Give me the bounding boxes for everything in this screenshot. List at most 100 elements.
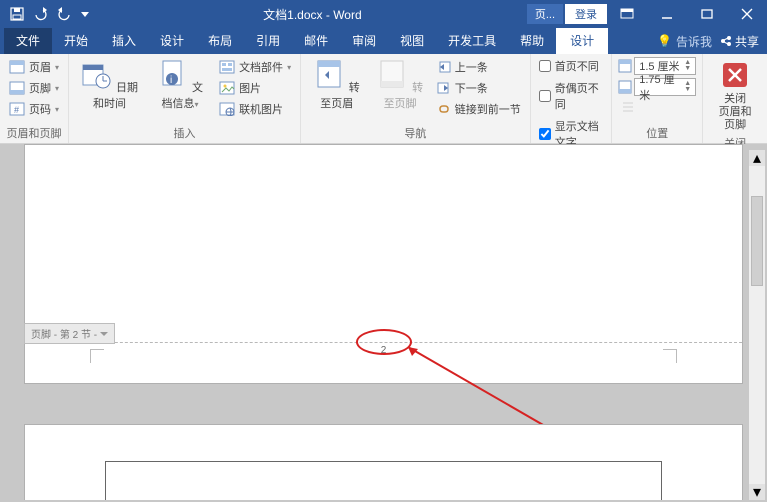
scroll-thumb[interactable] [751,196,763,286]
online-pictures-icon [219,102,235,116]
link-previous-icon [437,103,451,115]
undo-button[interactable] [30,3,52,25]
pictures-button[interactable]: 图片 [216,78,294,98]
tab-home[interactable]: 开始 [52,28,100,54]
different-odd-even-checkbox[interactable]: 奇偶页不同 [537,79,605,113]
group-header-footer: 页眉▾ 页脚▾ #页码▾ 页眉和页脚 [0,54,69,143]
footer-section-tag[interactable]: 页脚 - 第 2 节 - [24,323,115,344]
tab-review[interactable]: 审阅 [340,28,388,54]
scroll-track[interactable] [749,166,765,484]
goto-header-icon [314,59,346,91]
header-label: 页眉 [29,59,51,75]
close-hf-icon [719,59,751,91]
close-hf-label: 关闭 页眉和页脚 [719,93,752,131]
group-label-insert: 插入 [75,125,294,142]
contextual-tab-label: 页... [527,4,563,24]
date-time-icon [81,59,113,91]
share-icon [720,35,732,47]
svg-text:#: # [14,105,19,115]
share-button[interactable]: 共享 [720,33,759,50]
annotation-ellipse [356,329,412,355]
footer-icon [9,81,25,95]
login-button[interactable]: 登录 [565,4,607,24]
tab-layout[interactable]: 布局 [196,28,244,54]
tab-file[interactable]: 文件 [4,28,52,54]
next-icon [437,82,451,94]
tab-mailings[interactable]: 邮件 [292,28,340,54]
scroll-up-button[interactable]: ▴ [749,150,765,166]
close-button[interactable] [727,0,767,28]
redo-button[interactable] [54,3,76,25]
page-2[interactable] [24,424,743,500]
goto-footer-button: 转至页脚 [370,57,429,113]
footer-from-bottom-input[interactable]: 1.75 厘米▲▼ [618,78,696,96]
next-section-button[interactable]: 下一条 [434,78,524,98]
tell-me-button[interactable]: 💡 告诉我 [657,33,712,50]
group-insert: 日期和时间 i 文档信息▾ 文档部件▾ 图片 联机图片 插入 [69,54,301,143]
ribbon-display-options-button[interactable] [607,0,647,28]
alignment-tab-icon [621,101,635,113]
qat-customize-button[interactable] [78,3,92,25]
footer-button[interactable]: 页脚▾ [6,78,62,98]
save-button[interactable] [6,3,28,25]
quick-access-toolbar [0,3,98,25]
doc-info-button[interactable]: i 文档信息▾ [148,57,212,113]
document-area: 页脚 - 第 2 节 - 2 [0,144,767,500]
quick-parts-icon [219,60,235,74]
ribbon: 页眉▾ 页脚▾ #页码▾ 页眉和页脚 日期和时间 i 文档信息▾ 文档部件▾ 图… [0,54,767,144]
group-label-hf: 页眉和页脚 [6,125,62,142]
group-label-navigation: 导航 [307,125,524,142]
date-time-button[interactable]: 日期和时间 [75,57,144,113]
tab-hf-design[interactable]: 设计 [556,28,608,54]
doc-info-icon: i [157,59,189,91]
svg-text:i: i [170,75,172,86]
tab-references[interactable]: 引用 [244,28,292,54]
different-first-page-checkbox[interactable]: 首页不同 [537,57,605,75]
minimize-button[interactable] [647,0,687,28]
titlebar: 文档1.docx - Word 页... 登录 [0,0,767,28]
group-close: 关闭 页眉和页脚 关闭 [703,54,767,143]
goto-header-button[interactable]: 转至页眉 [307,57,366,113]
tab-help[interactable]: 帮助 [508,28,556,54]
group-navigation: 转至页眉 转至页脚 上一条 下一条 链接到前一节 导航 [301,54,531,143]
page-number-button[interactable]: #页码▾ [6,99,62,119]
close-header-footer-button[interactable]: 关闭 页眉和页脚 [709,57,761,135]
tab-developer[interactable]: 开发工具 [436,28,508,54]
insert-alignment-tab-button [618,99,696,115]
footer-distance-icon [618,80,632,94]
quick-parts-button[interactable]: 文档部件▾ [216,57,294,77]
previous-icon [437,61,451,73]
page-content-frame [105,461,662,500]
tab-insert[interactable]: 插入 [100,28,148,54]
vertical-scrollbar[interactable]: ▴ ▾ [749,150,765,500]
tab-view[interactable]: 视图 [388,28,436,54]
diff-first-label: 首页不同 [555,58,599,74]
pictures-label: 图片 [239,80,261,96]
goto-footer-icon [377,59,409,91]
group-position: 1.5 厘米▲▼ 1.75 厘米▲▼ 位置 [612,54,703,143]
previous-label: 上一条 [455,59,488,75]
header-button[interactable]: 页眉▾ [6,57,62,77]
tab-design[interactable]: 设计 [148,28,196,54]
link-previous-label: 链接到前一节 [455,101,521,117]
diff-odd-even-label: 奇偶页不同 [555,80,603,112]
pictures-icon [219,81,235,95]
page-number-icon: # [9,102,25,116]
previous-section-button[interactable]: 上一条 [434,57,524,77]
tell-me-label: 告诉我 [676,33,712,50]
online-pictures-button[interactable]: 联机图片 [216,99,294,119]
quick-parts-label: 文档部件 [239,59,283,75]
link-to-previous-button[interactable]: 链接到前一节 [434,99,524,119]
next-label: 下一条 [455,80,488,96]
scroll-down-button[interactable]: ▾ [749,484,765,500]
maximize-button[interactable] [687,0,727,28]
footer-region[interactable]: 页脚 - 第 2 节 - 2 [25,342,742,343]
header-distance-icon [618,59,632,73]
page-1[interactable]: 页脚 - 第 2 节 - 2 [24,144,743,384]
titlebar-right: 页... 登录 [527,0,767,28]
group-label-position: 位置 [618,125,696,142]
group-options: 首页不同 奇偶页不同 显示文档文字 选项 [531,54,612,143]
lightbulb-icon: 💡 [657,34,672,48]
share-label: 共享 [735,33,759,50]
page-number-label: 页码 [29,101,51,117]
